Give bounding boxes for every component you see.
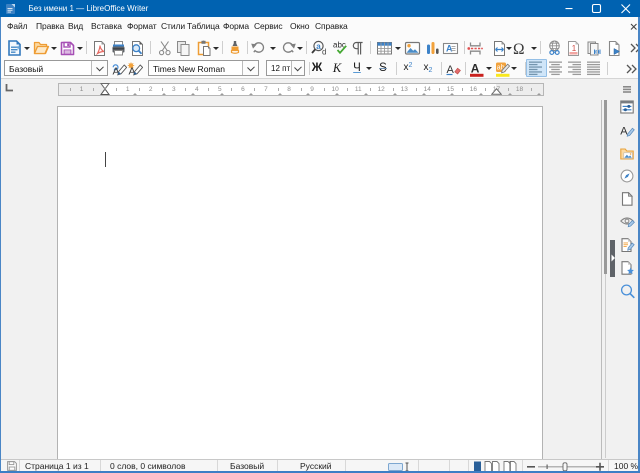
svg-text:А: А (471, 62, 480, 76)
svg-text:1: 1 (572, 44, 577, 53)
svg-text:Ω: Ω (513, 41, 525, 57)
svg-text:d: d (322, 48, 326, 57)
svg-text:a: a (316, 42, 321, 51)
